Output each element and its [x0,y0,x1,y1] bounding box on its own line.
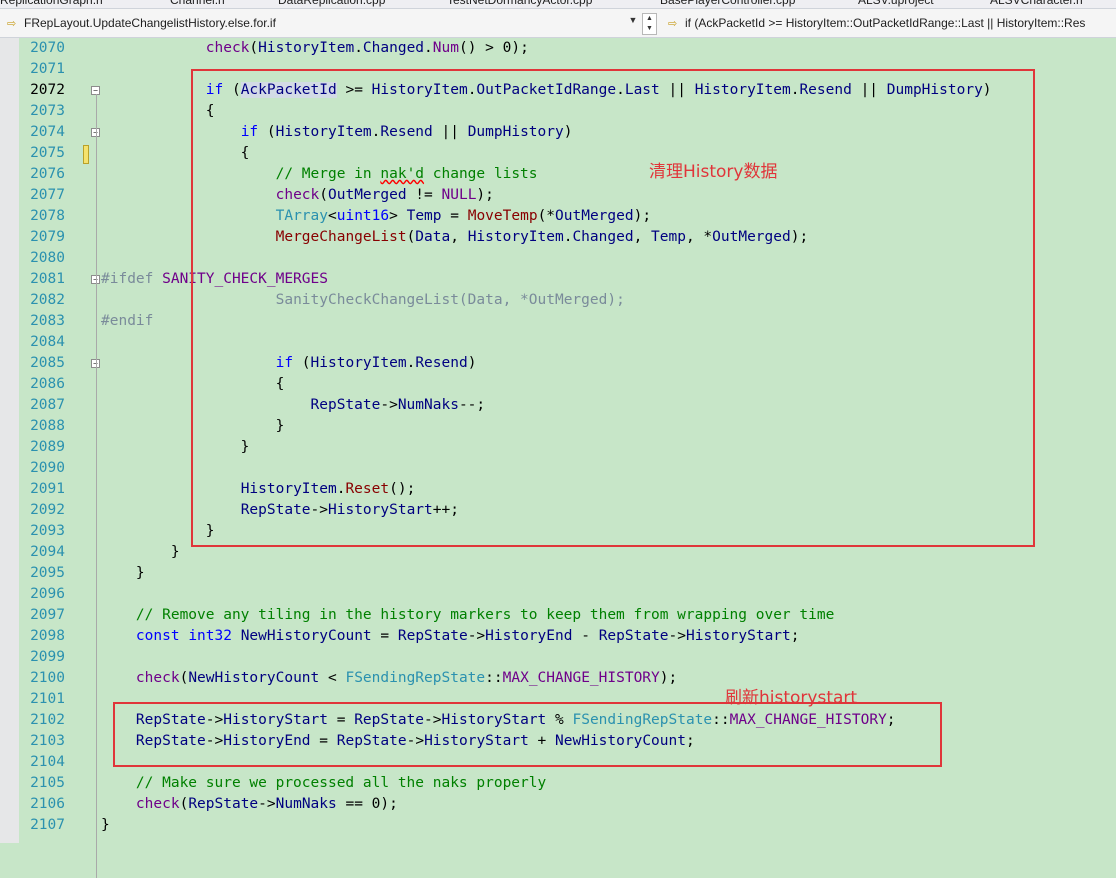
line-number: 2096 [30,586,65,602]
code-text: } [101,817,110,833]
line-number: 2076 [30,166,65,182]
line-number: 2082 [30,292,65,308]
scope-dropdown[interactable]: FRepLayout.UpdateChangelistHistory.else.… [24,16,276,30]
line-number: 2095 [30,565,65,581]
code-line[interactable]: 2100 check(NewHistoryCount < FSendingRep… [0,668,1116,689]
line-number: 2080 [30,250,65,266]
line-number: 2087 [30,397,65,413]
code-line[interactable]: 2095 } [0,563,1116,584]
line-number: 2071 [30,61,65,77]
line-number: 2088 [30,418,65,434]
line-number: 2072 [30,82,65,98]
line-number: 2090 [30,460,65,476]
document-tab[interactable]: Channel.h [170,0,225,7]
line-number: 2078 [30,208,65,224]
line-number: 2099 [30,649,65,665]
history-start-refresh-annotation: 刷新historystart [725,688,858,708]
line-number: 2077 [30,187,65,203]
line-number: 2093 [30,523,65,539]
code-line[interactable]: 2070 check(HistoryItem.Changed.Num() > 0… [0,38,1116,59]
line-number: 2098 [30,628,65,644]
code-text: } [101,544,180,560]
line-number: 2107 [30,817,65,833]
line-number: 2073 [30,103,65,119]
code-text: } [101,565,145,581]
code-text: #endif [101,313,154,329]
document-tab-strip: ReplicationGraph.h Channel.h DataReplicati… [0,0,1116,9]
change-marker [83,145,89,164]
navigation-bar: ⇨ FRepLayout.UpdateChangelistHistory.els… [0,9,1116,38]
document-tab[interactable]: ReplicationGraph.h [0,0,103,7]
document-tab[interactable]: TestNetDormancyActor.cpp [447,0,592,7]
member-arrow-icon: ⇨ [668,18,678,30]
history-cleanup-highlight-box [191,69,1035,547]
line-number: 2101 [30,691,65,707]
history-start-refresh-highlight-box [113,702,942,767]
line-number: 2086 [30,376,65,392]
line-number: 2084 [30,334,65,350]
code-text: // Remove any tiling in the history mark… [135,607,835,623]
code-line[interactable]: 2099 [0,647,1116,668]
scope-arrow-icon: ⇨ [7,18,17,30]
line-number: 2097 [30,607,65,623]
line-number: 2092 [30,502,65,518]
document-tab[interactable]: ALSV.uproject [858,0,934,7]
line-number: 2074 [30,124,65,140]
code-text: check(NewHistoryCount < FSendingRepState… [135,670,678,686]
line-number: 2103 [30,733,65,749]
document-tab[interactable]: ALSVCharacter.h [990,0,1083,7]
code-text: const int32 NewHistoryCount = RepState->… [135,628,800,644]
code-line[interactable]: 2105 // Make sure we processed all the n… [0,773,1116,794]
line-number: 2102 [30,712,65,728]
code-line[interactable]: 2107} [0,815,1116,836]
code-text: check(RepState->NumNaks == 0); [135,796,398,812]
line-number: 2083 [30,313,65,329]
line-number: 2094 [30,544,65,560]
document-tab[interactable]: BasePlayerController.cpp [660,0,795,7]
document-tab[interactable]: DataReplication.cpp [278,0,385,7]
code-line[interactable]: 2096 [0,584,1116,605]
line-number: 2104 [30,754,65,770]
line-number: 2085 [30,355,65,371]
code-line[interactable]: 2097 // Remove any tiling in the history… [0,605,1116,626]
line-number: 2075 [30,145,65,161]
code-line[interactable]: 2106 check(RepState->NumNaks == 0); [0,794,1116,815]
line-number: 2105 [30,775,65,791]
scope-spinner[interactable]: ▲ ▼ [642,13,657,35]
history-cleanup-annotation: 清理History数据 [649,162,778,182]
line-number: 2079 [30,229,65,245]
line-number: 2089 [30,439,65,455]
code-line[interactable]: 2098 const int32 NewHistoryCount = RepSt… [0,626,1116,647]
line-number: 2091 [30,481,65,497]
line-number: 2106 [30,796,65,812]
line-number: 2081 [30,271,65,287]
line-number: 2070 [30,40,65,56]
code-text: check(HistoryItem.Changed.Num() > 0); [205,40,529,56]
outline-guide [96,94,97,878]
line-number: 2100 [30,670,65,686]
member-dropdown[interactable]: if (AckPacketId >= HistoryItem::OutPacke… [685,16,1115,30]
code-text: // Make sure we processed all the naks p… [135,775,547,791]
chevron-down-icon[interactable]: ▼ [628,15,638,29]
